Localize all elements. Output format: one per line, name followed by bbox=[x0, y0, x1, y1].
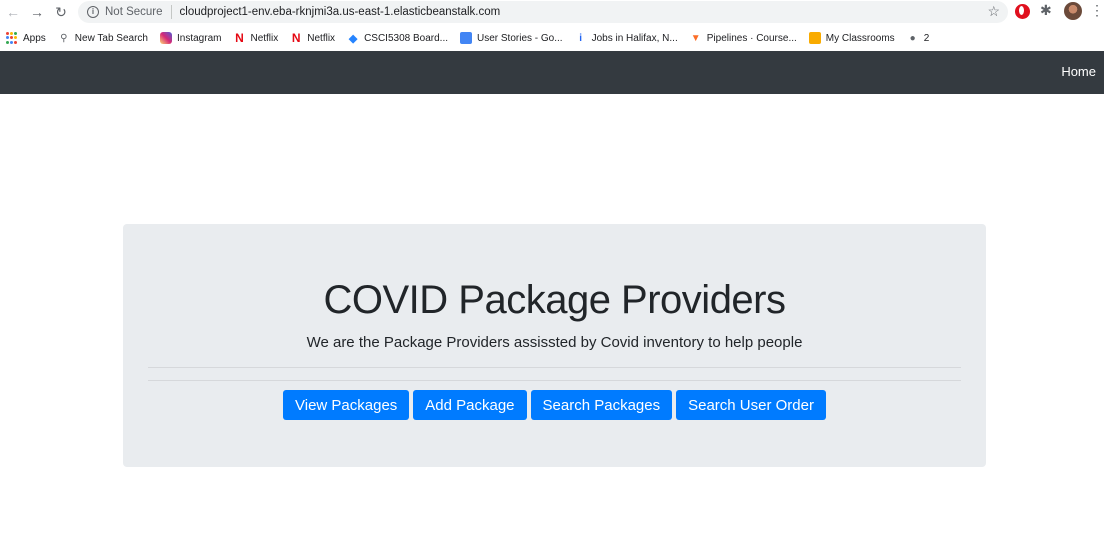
browser-toolbar: ← → ↻ i Not Secure cloudproject1-env.eba… bbox=[0, 0, 1104, 27]
bookmark-instagram[interactable]: Instagram bbox=[160, 32, 221, 44]
classroom-icon bbox=[808, 32, 821, 44]
bookmark-netflix-1[interactable]: N Netflix bbox=[233, 31, 279, 45]
page-title: COVID Package Providers bbox=[323, 278, 786, 322]
url-text[interactable]: cloudproject1-env.eba-rknjmi3a.us-east-1… bbox=[180, 6, 501, 18]
opera-icon[interactable] bbox=[1015, 4, 1030, 19]
bookmark-my-classrooms[interactable]: My Classrooms bbox=[808, 32, 895, 44]
apps-grid-icon bbox=[6, 32, 18, 44]
google-docs-icon bbox=[460, 32, 472, 44]
page-subtitle: We are the Package Providers assissted b… bbox=[306, 334, 803, 351]
search-packages-button[interactable]: Search Packages bbox=[530, 390, 673, 420]
bookmark-label: 2 bbox=[923, 32, 930, 44]
reload-icon[interactable]: ↻ bbox=[50, 1, 72, 23]
info-icon[interactable]: i bbox=[87, 6, 99, 18]
netflix-icon: N bbox=[291, 31, 301, 45]
bookmark-csci5308-board[interactable]: ◆ CSCI5308 Board... bbox=[347, 32, 448, 45]
address-bar[interactable]: i Not Secure cloudproject1-env.eba-rknjm… bbox=[78, 1, 1008, 23]
view-packages-button[interactable]: View Packages bbox=[283, 390, 410, 420]
bookmark-label: CSCI5308 Board... bbox=[364, 32, 448, 44]
add-package-button[interactable]: Add Package bbox=[413, 390, 527, 420]
bookmark-new-tab-search[interactable]: ⚲ New Tab Search bbox=[58, 32, 148, 44]
bookmark-label: My Classrooms bbox=[825, 32, 895, 44]
divider bbox=[148, 380, 961, 381]
site-navbar: Home bbox=[0, 51, 1104, 94]
security-label: Not Secure bbox=[105, 6, 163, 18]
bookmark-user-stories[interactable]: User Stories - Go... bbox=[460, 32, 563, 44]
address-divider bbox=[170, 5, 172, 19]
star-icon[interactable]: ☆ bbox=[987, 3, 1000, 20]
divider bbox=[148, 367, 961, 368]
bookmark-pipelines[interactable]: ▼ Pipelines · Course... bbox=[690, 32, 797, 44]
bookmark-label: Netflix bbox=[307, 32, 336, 44]
action-buttons: View Packages Add Package Search Package… bbox=[123, 390, 986, 420]
arrow-left-icon[interactable]: ← bbox=[2, 1, 24, 23]
bookmark-apps[interactable]: Apps bbox=[6, 32, 46, 44]
bookmark-netflix-2[interactable]: N Netflix bbox=[290, 31, 336, 45]
gitlab-icon: ▼ bbox=[690, 32, 701, 44]
globe-icon: ● bbox=[909, 32, 916, 44]
avatar[interactable] bbox=[1064, 2, 1082, 20]
bookmark-label: Jobs in Halifax, N... bbox=[591, 32, 678, 44]
bookmark-folder-2[interactable]: ● 2 bbox=[907, 32, 930, 44]
bookmark-label: User Stories - Go... bbox=[477, 32, 563, 44]
hero-jumbotron: COVID Package Providers We are the Packa… bbox=[123, 224, 986, 467]
netflix-icon: N bbox=[235, 31, 244, 45]
search-user-order-button[interactable]: Search User Order bbox=[676, 390, 826, 420]
bookmark-label: Pipelines · Course... bbox=[706, 32, 797, 44]
bookmark-jobs-halifax[interactable]: i Jobs in Halifax, N... bbox=[575, 32, 678, 44]
puzzle-icon[interactable]: ✱ bbox=[1040, 2, 1052, 19]
arrow-right-icon[interactable]: → bbox=[26, 1, 48, 23]
indeed-icon: i bbox=[579, 32, 582, 44]
search-icon: ⚲ bbox=[60, 32, 68, 44]
bookmark-label: New Tab Search bbox=[74, 32, 148, 44]
bookmark-label: Instagram bbox=[177, 32, 222, 44]
instagram-icon bbox=[160, 32, 172, 44]
bookmarks-bar: Apps ⚲ New Tab Search Instagram N Netfli… bbox=[0, 27, 1104, 49]
more-vert-icon[interactable]: ⋮ bbox=[1090, 2, 1104, 19]
nav-home-link[interactable]: Home bbox=[1061, 64, 1096, 79]
bookmark-label: Netflix bbox=[250, 32, 279, 44]
bookmark-label: Apps bbox=[23, 32, 46, 44]
jira-icon: ◆ bbox=[348, 32, 358, 45]
